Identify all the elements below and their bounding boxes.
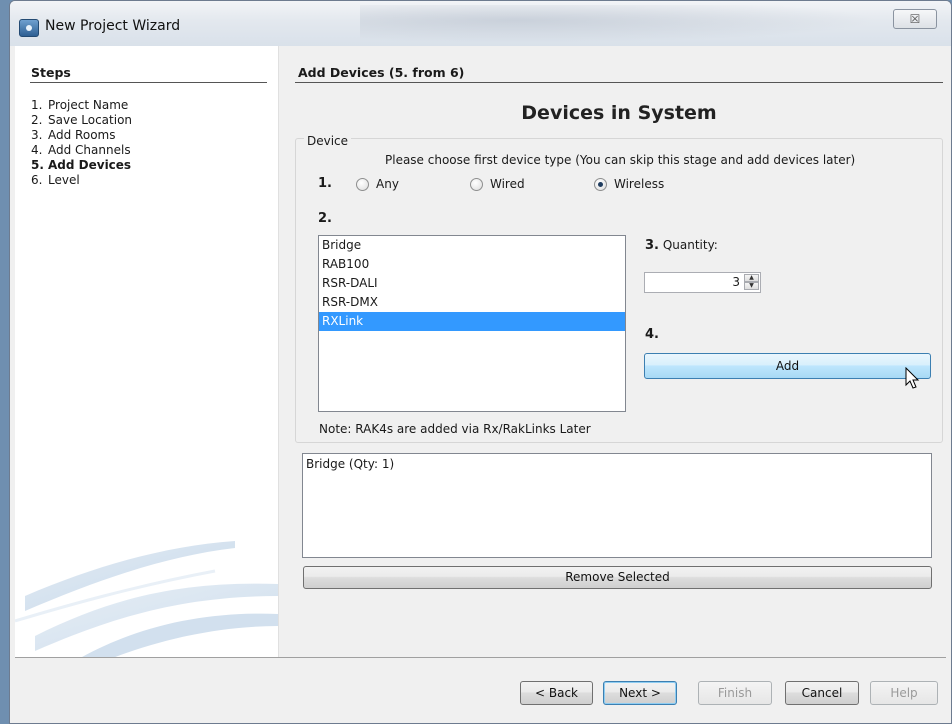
page-title: Add Devices (5. from 6) — [298, 65, 465, 80]
added-devices-list[interactable]: Bridge (Qty: 1) — [302, 453, 932, 558]
list-item[interactable]: Bridge — [319, 236, 625, 255]
list-item[interactable]: Bridge (Qty: 1) — [303, 454, 931, 474]
section-heading: Devices in System — [521, 102, 717, 124]
stepper-down-icon[interactable]: ▼ — [744, 282, 759, 290]
cancel-button[interactable]: Cancel — [785, 681, 859, 705]
title-bar[interactable]: New Project Wizard ☒ — [10, 1, 951, 46]
steps-list: 1. Project Name 2. Save Location 3. Add Roo… — [31, 98, 132, 188]
quantity-value[interactable]: 3 — [732, 275, 740, 289]
step-item: 6. Level — [31, 173, 80, 187]
step-item-active: 5. Add Devices — [31, 158, 132, 172]
radio-wireless[interactable]: Wireless — [594, 177, 664, 191]
step-item: 3. Add Rooms — [31, 128, 116, 142]
app-icon — [19, 19, 39, 37]
device-listbox[interactable]: Bridge RAB100 RSR-DALI RSR-DMX RXLink — [318, 235, 626, 412]
quantity-label: 3. Quantity: — [645, 238, 718, 253]
decorative-swoosh-graphic — [15, 541, 278, 657]
stepper-up-icon[interactable]: ▲ — [744, 274, 759, 282]
stepper-arrows[interactable]: ▲ ▼ — [744, 274, 759, 291]
step-item: 1. Project Name — [31, 98, 129, 112]
list-item-selected[interactable]: RXLink — [319, 312, 625, 331]
step-1-label: 1. — [318, 176, 332, 191]
list-item[interactable]: RSR-DALI — [319, 274, 625, 293]
help-button[interactable]: Help — [870, 681, 938, 705]
back-button[interactable]: < Back — [520, 681, 593, 705]
radio-wired[interactable]: Wired — [470, 177, 525, 191]
wizard-footer: < Back Next > Finish Cancel Help — [15, 657, 946, 723]
add-button[interactable]: Add — [644, 353, 931, 379]
steps-title: Steps — [31, 65, 71, 80]
radio-indicator — [470, 177, 483, 191]
device-group-label: Device — [304, 134, 352, 148]
client-area: Steps 1. Project Name 2. Save Location 3. A… — [15, 46, 946, 723]
step-item: 2. Save Location — [31, 113, 133, 127]
close-button[interactable]: ☒ — [893, 9, 937, 29]
list-item[interactable]: RSR-DMX — [319, 293, 625, 312]
pointer-cursor-icon — [905, 367, 920, 389]
window-title: New Project Wizard — [45, 18, 181, 34]
next-button[interactable]: Next > — [603, 681, 677, 705]
list-item[interactable]: RAB100 — [319, 255, 625, 274]
steps-panel: Steps 1. Project Name 2. Save Location 3. A… — [15, 46, 279, 657]
radio-any[interactable]: Any — [356, 177, 399, 191]
radio-indicator — [356, 177, 369, 191]
finish-button[interactable]: Finish — [698, 681, 772, 705]
steps-divider — [30, 82, 267, 83]
titlebar-background — [360, 5, 880, 43]
remove-selected-button[interactable]: Remove Selected — [303, 566, 932, 589]
wizard-window: New Project Wizard ☒ Steps 1. Project Nam… — [9, 0, 952, 724]
quantity-stepper[interactable]: 3 ▲ ▼ — [644, 272, 761, 293]
step-2-label: 2. — [318, 211, 332, 226]
radio-indicator-checked — [594, 177, 607, 191]
step-4-label: 4. — [645, 327, 659, 342]
title-divider — [295, 82, 943, 83]
step-item: 4. Add Channels — [31, 143, 131, 157]
note-text: Note: RAK4s are added via Rx/RakLinks La… — [319, 422, 591, 436]
instructions-text: Please choose first device type (You can… — [385, 153, 856, 167]
